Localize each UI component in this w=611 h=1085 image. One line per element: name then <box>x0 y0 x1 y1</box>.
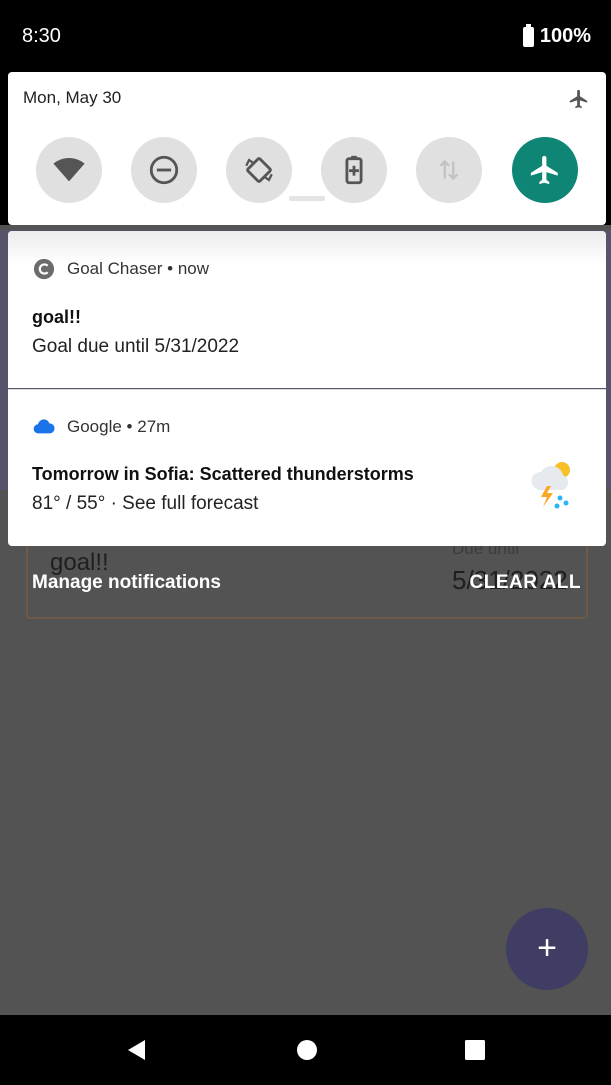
auto-rotate-tile[interactable] <box>226 137 292 203</box>
goal-chaser-app-icon <box>33 258 55 280</box>
mobile-data-icon <box>439 159 459 181</box>
qs-drag-handle[interactable] <box>289 196 325 201</box>
airplane-mode-tile[interactable] <box>512 137 578 203</box>
thunderstorm-weather-icon <box>531 462 570 509</box>
navigation-bar <box>0 1015 611 1085</box>
notification-google-weather[interactable]: Google • 27m Tomorrow in Sofia: Scattere… <box>8 389 606 546</box>
home-icon[interactable] <box>294 1037 320 1063</box>
clear-all-button[interactable]: CLEAR ALL <box>470 572 581 594</box>
status-time: 8:30 <box>22 25 61 47</box>
notification-time: 27m <box>137 417 171 436</box>
notification-header: Goal Chaser • now <box>33 258 209 280</box>
notification-title: Tomorrow in Sofia: Scattered thunderstor… <box>32 464 414 484</box>
qs-date: Mon, May 30 <box>23 88 122 107</box>
quick-settings-panel: Mon, May 30 <box>8 72 606 225</box>
notification-body: 81° / 55° · See full forecast <box>32 493 259 514</box>
notification-time: now <box>177 259 210 278</box>
mobile-data-tile[interactable] <box>416 137 482 203</box>
notification-header: Google • 27m <box>33 416 170 438</box>
status-battery: 100% <box>522 23 591 48</box>
status-bar: 8:30 100% <box>0 0 611 72</box>
notification-app-name: Google <box>67 417 122 436</box>
wifi-tile[interactable] <box>36 137 102 203</box>
notification-goal-chaser[interactable]: Goal Chaser • now goal!! Goal due until … <box>8 231 606 388</box>
notification-app-name: Goal Chaser <box>67 259 163 278</box>
do-not-disturb-tile[interactable] <box>131 137 197 203</box>
manage-notifications-button[interactable]: Manage notifications <box>32 572 221 594</box>
cloud-icon <box>33 419 55 434</box>
battery-saver-icon <box>345 155 363 185</box>
back-icon[interactable] <box>124 1037 150 1063</box>
quick-settings-tiles <box>36 137 581 203</box>
auto-rotate-icon <box>245 157 273 183</box>
airplane-mode-icon <box>530 155 558 185</box>
notification-title: goal!! <box>32 307 81 327</box>
battery-percent: 100% <box>539 25 591 47</box>
add-goal-button[interactable]: + <box>506 908 588 990</box>
recents-icon[interactable] <box>462 1037 488 1063</box>
airplane-status-icon <box>569 89 588 109</box>
battery-icon <box>522 23 534 47</box>
notification-body: Goal due until 5/31/2022 <box>32 336 240 357</box>
wifi-icon <box>53 157 85 182</box>
do-not-disturb-icon <box>149 155 179 185</box>
battery-saver-tile[interactable] <box>321 137 387 203</box>
